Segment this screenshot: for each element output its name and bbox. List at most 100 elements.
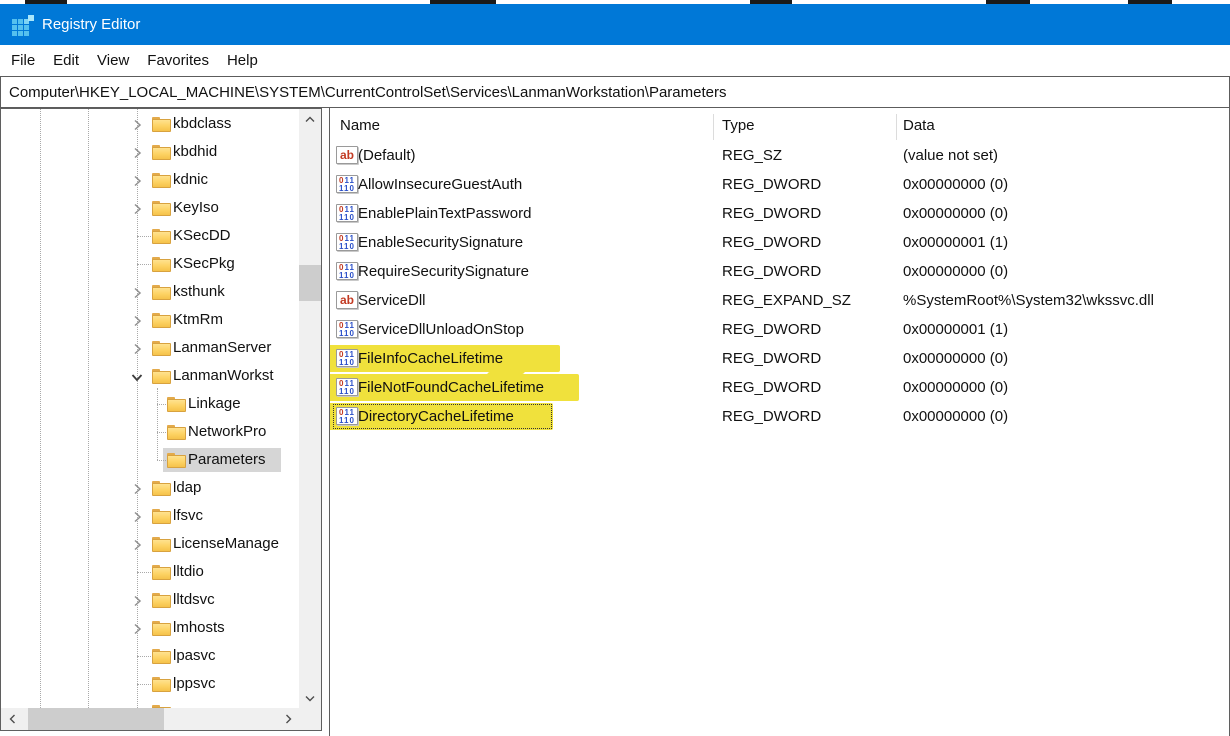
tree-connector-line: [157, 404, 166, 405]
value-row-requiresecuritysignature[interactable]: 011110RequireSecuritySignatureREG_DWORD0…: [330, 257, 1229, 286]
tree-horizontal-scrollbar[interactable]: [1, 708, 299, 730]
reg-dword-icon: 011110: [336, 378, 358, 396]
chevron-right-icon[interactable]: [131, 146, 143, 158]
reg-dword-icon: 011110: [336, 349, 358, 367]
chevron-right-icon[interactable]: [131, 202, 143, 214]
column-header-name[interactable]: Name: [340, 112, 380, 140]
horizontal-scrollbar-thumb[interactable]: [28, 708, 164, 730]
value-row-allowinsecureguestauth[interactable]: 011110AllowInsecureGuestAuthREG_DWORD0x0…: [330, 170, 1229, 199]
main-area: kbdclasskbdhidkdnicKeyIsoKSecDDKSecPkgks…: [0, 108, 1230, 736]
tree-item-ktmrm[interactable]: KtmRm: [1, 306, 299, 334]
chevron-right-icon[interactable]: [131, 314, 143, 326]
value-row-fileinfocachelifetime[interactable]: 011110FileInfoCacheLifetimeREG_DWORD0x00…: [330, 344, 1229, 373]
chevron-right-icon[interactable]: [131, 538, 143, 550]
tree-item-kbdhid[interactable]: kbdhid: [1, 138, 299, 166]
folder-icon: [152, 565, 169, 579]
tree-item-label: kbdhid: [173, 138, 217, 166]
tree-item-label: lppsvc: [173, 670, 216, 698]
tree-item-lfsvc[interactable]: lfsvc: [1, 502, 299, 530]
reg-sz-icon: ab: [336, 146, 358, 164]
tree-connector-line: [157, 460, 166, 461]
menu-help[interactable]: Help: [218, 45, 267, 76]
tree-item-lpasvc[interactable]: lpasvc: [1, 642, 299, 670]
tree-item-lltdsvc[interactable]: lltdsvc: [1, 586, 299, 614]
chevron-right-icon[interactable]: [131, 174, 143, 186]
value-name: EnableSecuritySignature: [358, 228, 523, 257]
tree-item-kdnic[interactable]: kdnic: [1, 166, 299, 194]
folder-icon: [152, 285, 169, 299]
menu-file[interactable]: File: [2, 45, 44, 76]
tree-item-lmhosts[interactable]: lmhosts: [1, 614, 299, 642]
tree-item-ksecpkg[interactable]: KSecPkg: [1, 250, 299, 278]
menubar: FileEditViewFavoritesHelp: [0, 45, 1230, 76]
value-data: 0x00000001 (1): [903, 228, 1008, 257]
tree-item-label: NetworkPro: [188, 418, 266, 446]
address-input[interactable]: [1, 77, 1229, 107]
tree-item-lanmanserver[interactable]: LanmanServer: [1, 334, 299, 362]
tree-connector-line: [157, 432, 166, 433]
folder-icon: [152, 201, 169, 215]
value-data: (value not set): [903, 141, 998, 170]
scroll-right-button[interactable]: [277, 708, 299, 730]
value-row-servicedll[interactable]: abServiceDllREG_EXPAND_SZ%SystemRoot%\Sy…: [330, 286, 1229, 315]
scroll-up-button[interactable]: [299, 109, 321, 129]
chevron-right-icon[interactable]: [131, 342, 143, 354]
value-row-directorycachelifetime[interactable]: 011110DirectoryCacheLifetimeREG_DWORD0x0…: [330, 402, 1229, 431]
value-data: 0x00000000 (0): [903, 373, 1008, 402]
tree-item-label: KSecDD: [173, 222, 231, 250]
tree-item-ldap[interactable]: ldap: [1, 474, 299, 502]
menu-view[interactable]: View: [88, 45, 138, 76]
value-row-filenotfoundcachelifetime[interactable]: 011110FileNotFoundCacheLifetimeREG_DWORD…: [330, 373, 1229, 402]
tree-item-licensemanage[interactable]: LicenseManage: [1, 530, 299, 558]
chevron-right-icon[interactable]: [131, 118, 143, 130]
tree-item-label: LanmanServer: [173, 334, 271, 362]
tree-item-partial[interactable]: [1, 698, 299, 708]
tree-connector-line: [137, 264, 151, 265]
value-data: 0x00000000 (0): [903, 402, 1008, 431]
value-row--default-[interactable]: ab(Default)REG_SZ(value not set): [330, 141, 1229, 170]
tree-item-label: kbdclass: [173, 110, 231, 138]
tree-item-label: LanmanWorkst: [173, 362, 274, 390]
tree-item-ksecdd[interactable]: KSecDD: [1, 222, 299, 250]
vertical-scrollbar-thumb[interactable]: [299, 265, 321, 301]
tree-item-kbdclass[interactable]: kbdclass: [1, 110, 299, 138]
values-pane: Name Type Data ab(Default)REG_SZ(value n…: [329, 108, 1230, 736]
tree-item-lppsvc[interactable]: lppsvc: [1, 670, 299, 698]
scroll-left-button[interactable]: [1, 708, 23, 730]
value-row-enableplaintextpassword[interactable]: 011110EnablePlainTextPasswordREG_DWORD0x…: [330, 199, 1229, 228]
tree-item-linkage[interactable]: Linkage: [1, 390, 299, 418]
tree-vertical-scrollbar[interactable]: [299, 109, 321, 708]
tree-item-label: LicenseManage: [173, 530, 279, 558]
value-row-servicedllunloadonstop[interactable]: 011110ServiceDllUnloadOnStopREG_DWORD0x0…: [330, 315, 1229, 344]
titlebar[interactable]: Registry Editor: [0, 4, 1230, 45]
tree-item-lltdio[interactable]: lltdio: [1, 558, 299, 586]
tree-item-ksthunk[interactable]: ksthunk: [1, 278, 299, 306]
folder-icon: [167, 397, 184, 411]
chevron-right-icon[interactable]: [131, 594, 143, 606]
tree-item-label: KtmRm: [173, 306, 223, 334]
chevron-right-icon[interactable]: [131, 286, 143, 298]
tree-item-networkpro[interactable]: NetworkPro: [1, 418, 299, 446]
address-bar[interactable]: [0, 76, 1230, 108]
value-type: REG_DWORD: [722, 257, 821, 286]
chevron-right-icon[interactable]: [131, 482, 143, 494]
menu-edit[interactable]: Edit: [44, 45, 88, 76]
chevron-right-icon[interactable]: [131, 622, 143, 634]
column-header-data[interactable]: Data: [903, 112, 935, 140]
tree-item-lanmanworkst[interactable]: LanmanWorkst: [1, 362, 299, 390]
chevron-down-icon[interactable]: [131, 370, 143, 382]
tree-item-label: lmhosts: [173, 614, 225, 642]
tree-item-keyiso[interactable]: KeyIso: [1, 194, 299, 222]
menu-favorites[interactable]: Favorites: [138, 45, 218, 76]
column-header-type[interactable]: Type: [722, 112, 755, 140]
regedit-app-icon[interactable]: [12, 15, 34, 35]
column-resize-handle[interactable]: [713, 114, 714, 140]
tree-item-parameters[interactable]: Parameters: [1, 446, 299, 474]
reg-sz-icon: ab: [336, 291, 358, 309]
scroll-down-button[interactable]: [299, 688, 321, 708]
value-name: FileNotFoundCacheLifetime: [358, 373, 544, 402]
column-resize-handle[interactable]: [896, 114, 897, 140]
chevron-right-icon[interactable]: [131, 510, 143, 522]
value-row-enablesecuritysignature[interactable]: 011110EnableSecuritySignatureREG_DWORD0x…: [330, 228, 1229, 257]
folder-icon: [152, 173, 169, 187]
